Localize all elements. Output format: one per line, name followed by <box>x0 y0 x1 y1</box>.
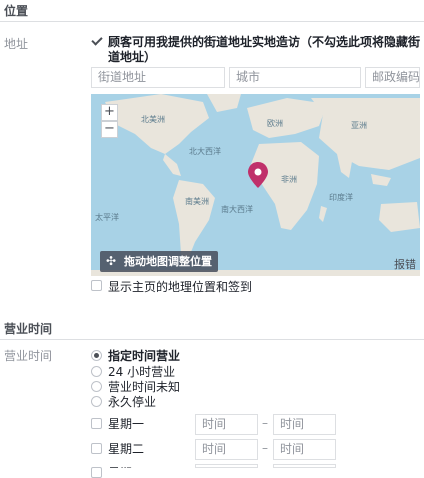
hours-option-radio-24h[interactable] <box>91 366 102 377</box>
map-label-indian-ocean: 印度洋 <box>329 193 353 202</box>
drag-map-button[interactable]: ✣ 拖动地图调整位置 <box>100 251 218 272</box>
day-open-time-monday[interactable]: 时间 <box>195 414 258 435</box>
postal-code-input[interactable]: 邮政编码 <box>365 67 420 88</box>
day-label-wednesday: 星期三 <box>108 464 144 468</box>
day-checkbox-wednesday[interactable] <box>91 467 102 478</box>
map-label-europe: 欧洲 <box>267 119 283 128</box>
map-label-africa: 非洲 <box>281 175 297 184</box>
map-label-asia: 亚洲 <box>351 121 367 130</box>
location-section-divider <box>0 21 424 22</box>
show-checkin-label: 显示主页的地理位置和签到 <box>108 280 253 294</box>
day-checkbox-tuesday[interactable] <box>91 443 102 454</box>
day-open-time-tuesday[interactable]: 时间 <box>195 439 258 460</box>
day-open-time-wednesday[interactable]: 时间 <box>195 464 258 468</box>
move-icon: ✣ <box>106 254 117 268</box>
address-label: 地址 <box>4 37 29 51</box>
location-map[interactable]: 北美洲 欧洲 亚洲 北大西洋 非洲 南美洲 南大西洋 印度洋 太平洋 + − ✣… <box>91 94 420 276</box>
map-label-south-america: 南美洲 <box>185 197 209 206</box>
city-input[interactable]: 城市 <box>229 67 361 88</box>
map-label-south-atlantic: 南大西洋 <box>221 205 253 214</box>
street-address-input[interactable]: 街道地址 <box>91 67 225 88</box>
map-report-link[interactable]: 报错 <box>394 256 416 272</box>
day-checkbox-monday[interactable] <box>91 418 102 429</box>
hours-section-divider <box>0 339 424 340</box>
map-label-north-america: 北美洲 <box>141 115 165 124</box>
zoom-out-button[interactable]: − <box>101 121 118 138</box>
time-range-separator: – <box>262 416 268 430</box>
hours-option-radio-closed[interactable] <box>91 396 102 407</box>
map-label-north-atlantic: 北大西洋 <box>189 147 221 156</box>
show-checkin-checkbox[interactable] <box>91 280 102 291</box>
day-close-time-tuesday[interactable]: 时间 <box>273 439 336 460</box>
map-label-pacific: 太平洋 <box>95 213 119 222</box>
drag-map-button-label: 拖动地图调整位置 <box>124 255 212 268</box>
hours-option-radio-specific[interactable] <box>91 350 102 361</box>
hours-option-label-closed: 永久停业 <box>108 395 157 409</box>
hours-option-radio-unknown[interactable] <box>91 381 102 392</box>
day-label-monday: 星期一 <box>108 417 145 431</box>
time-range-separator: – <box>262 441 268 455</box>
zoom-in-button[interactable]: + <box>101 104 118 121</box>
day-close-time-monday[interactable]: 时间 <box>273 414 336 435</box>
hours-label: 营业时间 <box>4 349 53 363</box>
hours-section-title: 营业时间 <box>4 322 53 336</box>
visit-address-label-line2: 道地址） <box>108 50 157 64</box>
day-close-time-wednesday[interactable]: 时间 <box>273 464 336 468</box>
location-section-title: 位置 <box>4 4 29 18</box>
hours-option-label-specific: 指定时间营业 <box>108 349 181 363</box>
visit-address-checkbox[interactable] <box>91 35 102 46</box>
day-label-tuesday: 星期二 <box>108 442 145 456</box>
